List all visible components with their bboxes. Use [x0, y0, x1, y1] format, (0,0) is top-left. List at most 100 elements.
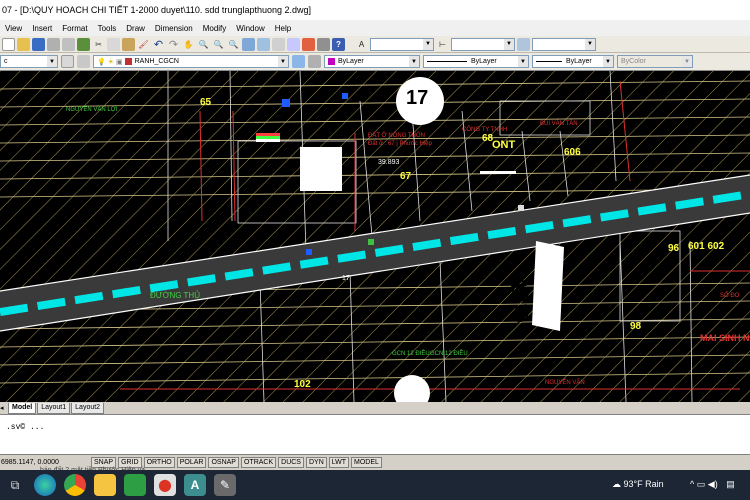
weather-icon: ☁	[612, 479, 621, 489]
zoom-window-icon[interactable]: 🔍	[212, 38, 225, 51]
svg-text:CÔNG TY TNHH: CÔNG TY TNHH	[462, 126, 507, 133]
dyn-toggle[interactable]: DYN	[305, 457, 327, 468]
match-properties-icon[interactable]: 🖌	[137, 38, 150, 51]
lot-number-606: 606	[564, 147, 581, 158]
weather-text: 93°F Rain	[623, 479, 664, 489]
layer-previous-icon[interactable]	[308, 55, 321, 68]
menu-insert[interactable]: Insert	[27, 24, 57, 33]
menu-help[interactable]: Help	[270, 24, 296, 33]
color-swatch	[328, 58, 335, 65]
lineweight-combo[interactable]: ByLayer ▼	[532, 55, 614, 68]
pan-icon[interactable]: ✋	[182, 38, 195, 51]
tab-model[interactable]: Model	[8, 402, 37, 414]
undo-icon[interactable]: ↶	[152, 38, 165, 51]
volume-icon[interactable]: ◀)	[708, 479, 718, 489]
properties-icon[interactable]	[242, 37, 255, 51]
osnap-toggle[interactable]: OSNAP	[208, 457, 239, 468]
chevron-down-icon: ▼	[278, 56, 288, 67]
task-view-icon[interactable]: ⧉	[4, 474, 26, 496]
menu-view[interactable]: View	[0, 24, 27, 33]
system-tray[interactable]: ^ ▭ ◀) ▤	[690, 479, 735, 490]
calculator-icon[interactable]	[317, 37, 330, 51]
plotstyle-combo[interactable]: ByColor ▼	[617, 55, 693, 68]
tool-palettes-icon[interactable]	[272, 37, 285, 51]
markup-icon[interactable]	[302, 37, 315, 51]
color-combo[interactable]: ByLayer ▼	[324, 55, 420, 68]
linetype-sample	[427, 61, 467, 62]
text-style-icon[interactable]: A	[355, 38, 368, 51]
lot-number-17: 17	[406, 87, 429, 109]
file-explorer-icon[interactable]	[94, 474, 116, 496]
linetype-combo[interactable]: ByLayer ▼	[423, 55, 529, 68]
publish-icon[interactable]	[77, 37, 90, 51]
otrack-toggle[interactable]: OTRACK	[240, 457, 277, 468]
zoom-realtime-icon[interactable]: 🔍	[197, 38, 210, 51]
layer-combo[interactable]: 💡 ☀ ▣ RANH_CGCN ▼	[93, 55, 289, 68]
chevron-down-icon: ▼	[409, 56, 419, 67]
sheet-set-icon[interactable]	[287, 37, 300, 51]
menu-window[interactable]: Window	[231, 24, 269, 33]
app-green-icon[interactable]	[124, 474, 146, 496]
ducs-toggle[interactable]: DUCS	[278, 457, 304, 468]
chevron-down-icon: ▼	[603, 56, 613, 67]
zoom-previous-icon[interactable]: 🔍	[227, 38, 240, 51]
edge-browser-icon[interactable]	[34, 474, 56, 496]
zalo-app-icon[interactable]: ⬤	[154, 474, 176, 496]
menu-dimension[interactable]: Dimension	[150, 24, 198, 33]
chevron-down-icon: ▼	[585, 38, 595, 50]
design-center-icon[interactable]	[257, 37, 270, 51]
table-style-icon[interactable]	[517, 37, 530, 51]
svg-text:SỐ ĐO: SỐ ĐO	[720, 292, 740, 299]
tab-nav-arrows[interactable]: ◂	[0, 404, 8, 412]
layout-tabs: ◂ Model Layout1 Layout2	[0, 402, 750, 414]
menu-format[interactable]: Format	[57, 24, 92, 33]
menu-draw[interactable]: Draw	[121, 24, 150, 33]
copy-icon[interactable]	[107, 37, 120, 51]
layer-state-icon[interactable]	[77, 55, 90, 68]
layer-manager-icon[interactable]	[61, 55, 74, 68]
make-object-layer-current-icon[interactable]	[292, 55, 305, 68]
lock-icon: ▣	[116, 58, 123, 66]
tab-layout2[interactable]: Layout2	[71, 402, 105, 414]
polar-toggle[interactable]: POLAR	[176, 457, 207, 468]
sun-icon: ☀	[107, 58, 114, 66]
paint-app-icon[interactable]: ✎	[214, 474, 236, 496]
dim-style-icon[interactable]: ⊢	[436, 38, 449, 51]
svg-text:BÙI VĂN TÂN: BÙI VĂN TÂN	[540, 120, 578, 127]
menu-modify[interactable]: Modify	[198, 24, 232, 33]
dim-style-combo[interactable]: ▼	[451, 37, 515, 51]
open-file-icon[interactable]	[17, 37, 30, 51]
print-icon[interactable]	[47, 37, 60, 51]
tab-layout1[interactable]: Layout1	[37, 402, 71, 414]
model-toggle[interactable]: MODEL	[351, 457, 382, 468]
table-style-combo[interactable]: ▼	[532, 37, 596, 51]
menu-tools[interactable]: Tools	[93, 24, 122, 33]
autocad-app-icon[interactable]: A	[184, 474, 206, 496]
drawing-area[interactable]: ĐẤT Ở NÔNG THÔN Đất ở : 67 | Phước Hiệp …	[0, 71, 750, 402]
save-icon[interactable]	[32, 37, 45, 51]
weather-widget[interactable]: ☁ 93°F Rain	[612, 479, 664, 490]
chrome-browser-icon[interactable]	[64, 474, 86, 496]
network-icon[interactable]: ▭	[697, 479, 706, 489]
chevron-down-icon: ▼	[423, 38, 433, 50]
lwt-toggle[interactable]: LWT	[328, 457, 350, 468]
chevron-up-icon[interactable]: ^	[690, 479, 694, 489]
coordinate-readout: 6985.1147, 0.0000	[1, 459, 59, 466]
chevron-down-icon: ▼	[682, 56, 692, 67]
style-combo[interactable]: c ▼	[0, 55, 58, 68]
window-title-bar: 07 - [D:\QUY HOACH CHI TIẾT 1-2000 duyet…	[0, 0, 750, 20]
chevron-down-icon: ▼	[518, 56, 528, 67]
lot-number-98: 98	[630, 321, 642, 332]
help-icon[interactable]: ?	[332, 37, 345, 51]
svg-text:GCN 12 ĐIỀU: GCN 12 ĐIỀU	[392, 350, 430, 357]
command-line-text: .sv© ...	[6, 423, 45, 432]
redo-icon[interactable]: ↷	[167, 38, 180, 51]
command-line[interactable]: .sv© ...	[0, 414, 750, 454]
new-file-icon[interactable]	[2, 37, 15, 51]
paste-icon[interactable]	[122, 37, 135, 51]
plot-preview-icon[interactable]	[62, 37, 75, 51]
text-style-combo[interactable]: ▼	[370, 37, 434, 51]
lightbulb-icon: 💡	[97, 58, 106, 66]
notification-icon[interactable]: ▤	[726, 479, 735, 489]
cut-icon[interactable]: ✂	[92, 38, 105, 51]
